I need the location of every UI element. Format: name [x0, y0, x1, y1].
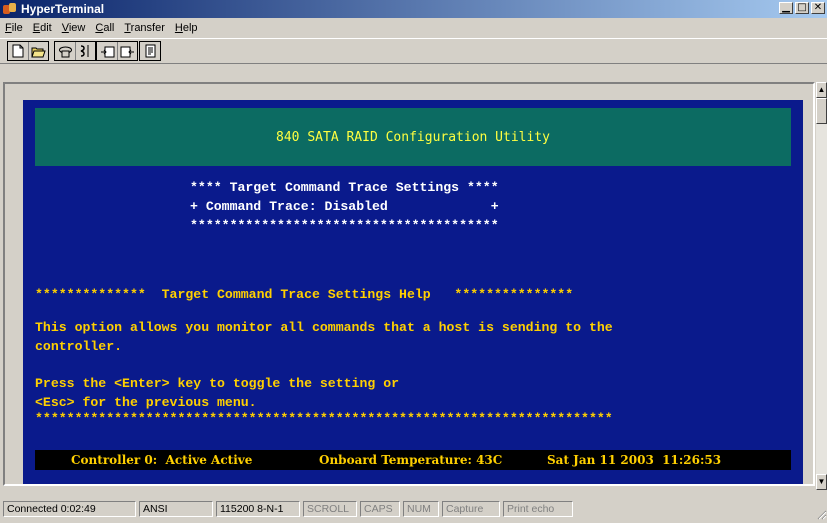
date-time: Sat Jan 11 2003 11:26:53 — [547, 453, 722, 467]
help-line-2: controller. — [35, 339, 123, 354]
connect-icon[interactable] — [55, 42, 75, 60]
terminal-screen[interactable]: 840 SATA RAID Configuration Utility ****… — [23, 100, 803, 484]
help-line-5: <Esc> for the previous menu. — [35, 395, 257, 410]
menu-help[interactable]: Help — [170, 22, 203, 34]
vertical-scrollbar[interactable]: ▲ ▼ — [816, 82, 827, 490]
menu-edit[interactable]: Edit — [28, 22, 57, 34]
status-print-echo: Print echo — [503, 501, 573, 517]
status-connection: Connected 0:02:49 — [3, 501, 136, 517]
hyperterminal-icon — [3, 2, 17, 16]
status-caps: CAPS — [360, 501, 400, 517]
properties-icon[interactable] — [140, 42, 160, 60]
help-line-1: This option allows you monitor all comma… — [35, 320, 613, 335]
open-icon[interactable] — [28, 42, 48, 60]
menu-transfer[interactable]: Transfer — [119, 22, 170, 34]
maximize-button[interactable]: □ — [795, 2, 809, 14]
menu-view[interactable]: View — [57, 22, 91, 34]
properties-button-group — [139, 41, 161, 61]
onboard-temperature: Onboard Temperature: 43C — [319, 453, 503, 467]
status-scroll: SCROLL — [303, 501, 357, 517]
scroll-down-icon[interactable]: ▼ — [816, 474, 827, 490]
minimize-button[interactable]: ▁ — [779, 2, 793, 14]
close-button[interactable]: ✕ — [811, 2, 825, 14]
scroll-thumb[interactable] — [816, 98, 827, 124]
status-bar: Connected 0:02:49 ANSI 115200 8-N-1 SCRO… — [0, 498, 827, 520]
banner-title: 840 SATA RAID Configuration Utility — [276, 129, 550, 145]
file-button-group — [7, 41, 49, 61]
utility-banner: 840 SATA RAID Configuration Utility — [35, 108, 791, 166]
new-icon[interactable] — [8, 42, 28, 60]
scroll-up-icon[interactable]: ▲ — [816, 82, 827, 98]
settings-footer: *************************************** — [190, 218, 499, 233]
status-capture: Capture — [442, 501, 500, 517]
menu-call[interactable]: Call — [90, 22, 119, 34]
window-title: HyperTerminal — [21, 2, 105, 16]
menu-bar: File Edit View Call Transfer Help — [0, 18, 827, 38]
help-header: ************** Target Command Trace Sett… — [35, 287, 574, 302]
receive-icon[interactable] — [117, 42, 137, 60]
status-num: NUM — [403, 501, 439, 517]
status-port-settings: 115200 8-N-1 — [216, 501, 300, 517]
disconnect-icon[interactable] — [75, 42, 95, 60]
transfer-button-group — [96, 41, 138, 61]
help-line-4: Press the <Enter> key to toggle the sett… — [35, 376, 400, 391]
menu-file[interactable]: File — [0, 22, 28, 34]
controller-status: Controller 0: Active Active — [71, 453, 253, 467]
resize-grip-icon[interactable] — [815, 508, 827, 520]
status-emulation: ANSI — [139, 501, 213, 517]
help-divider: ****************************************… — [35, 411, 613, 426]
call-button-group — [54, 41, 96, 61]
command-trace-setting[interactable]: + Command Trace: Disabled + — [190, 199, 499, 214]
send-icon[interactable] — [97, 42, 117, 60]
toolbar — [0, 38, 827, 64]
status-footer: Controller 0: Active Active Onboard Temp… — [35, 450, 791, 470]
title-bar[interactable]: HyperTerminal ▁ □ ✕ — [0, 0, 827, 18]
settings-header: **** Target Command Trace Settings **** — [190, 180, 499, 195]
